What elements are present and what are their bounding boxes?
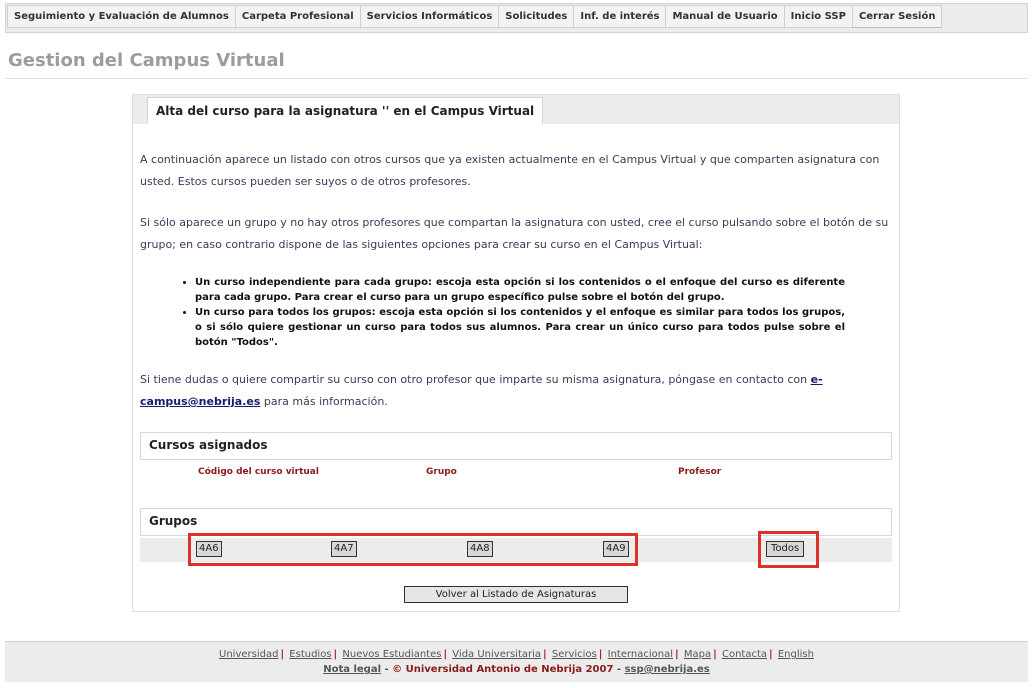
footer-links: Universidad | Estudios | Nuevos Estudiante… [5,649,1028,660]
copyright-text: © Universidad Antonio de Nebrija 2007 [392,664,614,675]
assigned-courses-header: Cursos asignados [140,432,892,460]
column-header-code: Código del curso virtual [198,467,319,477]
intro-text: A continuación aparece un listado con ot… [140,153,880,188]
contact-text: Si tiene dudas o quiere compartir su cur… [140,369,894,413]
back-to-subjects-button[interactable]: Volver al Listado de Asignaturas [404,586,628,603]
nav-item-carpeta-profesional[interactable]: Carpeta Profesional [234,5,361,28]
column-header-group: Grupo [426,467,457,477]
footer: Universidad | Estudios | Nuevos Estudiante… [5,641,1028,682]
footer-dash: - [616,664,625,675]
footer-link-mapa[interactable]: Mapa [684,649,711,660]
footer-link-universidad[interactable]: Universidad [219,649,278,660]
footer-separator: | [443,649,448,660]
footer-separator: | [598,649,603,660]
footer-link-estudios[interactable]: Estudios [289,649,331,660]
course-setup-panel: Alta del curso para la asignatura '' en … [132,94,900,612]
footer-separator: | [333,649,338,660]
instructions-text: Si sólo aparece un grupo y no hay otros … [140,216,889,251]
footer-separator: | [769,649,773,660]
footer-link-english[interactable]: English [778,649,814,660]
panel-title: Alta del curso para la asignatura '' en … [147,97,544,124]
group-buttons-highlight [188,533,638,566]
all-button-highlight [758,531,819,568]
nav-item-solicitudes[interactable]: Solicitudes [498,5,575,28]
footer-link-servicios[interactable]: Servicios [552,649,597,660]
page-title: Gestion del Campus Virtual [8,50,285,71]
nav-item-manual-usuario[interactable]: Manual de Usuario [665,5,785,28]
footer-legal: Nota legal - © Universidad Antonio de Ne… [5,664,1028,675]
nav-item-seguimiento[interactable]: Seguimiento y Evaluación de Alumnos [7,5,236,28]
footer-email-link[interactable]: ssp@nebrija.es [625,664,710,675]
footer-dash: - [384,664,393,675]
panel-header: Alta del curso para la asignatura '' en … [133,95,899,124]
groups-heading: Grupos [149,514,198,528]
assigned-courses-heading: Cursos asignados [149,438,268,452]
legal-notice-link[interactable]: Nota legal [323,664,381,675]
footer-separator: | [280,649,285,660]
footer-link-nuevos-estudiantes[interactable]: Nuevos Estudiantes [342,649,441,660]
footer-link-vida-universitaria[interactable]: Vida Universitaria [452,649,541,660]
top-navigation: Seguimiento y Evaluación de Alumnos Carp… [5,3,1028,33]
column-header-professor: Profesor [678,467,722,477]
options-list: Un curso independiente para cada grupo: … [177,275,845,350]
footer-separator: | [675,649,679,660]
nav-item-inf-interes[interactable]: Inf. de interés [573,5,667,28]
footer-separator: | [543,649,547,660]
title-divider [5,78,1028,79]
contact-prefix: Si tiene dudas o quiere compartir su cur… [140,373,811,386]
nav-item-cerrar-sesion[interactable]: Cerrar Sesión [851,5,943,28]
option-independent-course: Un curso independiente para cada grupo: … [195,275,845,305]
contact-suffix: para más información. [260,395,388,408]
option-shared-course: Un curso para todos los grupos: escoja e… [195,305,845,350]
nav-item-inicio-ssp[interactable]: Inicio SSP [783,5,853,28]
nav-item-servicios-informaticos[interactable]: Servicios Informáticos [359,5,500,28]
footer-separator: | [713,649,717,660]
footer-link-internacional[interactable]: Internacional [608,649,673,660]
footer-link-contacta[interactable]: Contacta [722,649,767,660]
